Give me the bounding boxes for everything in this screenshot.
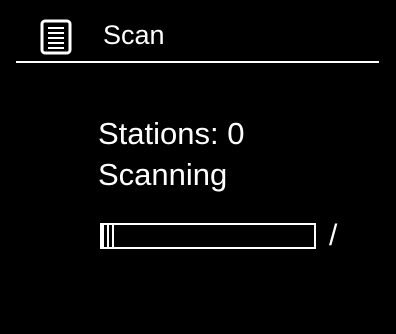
scan-screen: Scan Stations: 0 Scanning / bbox=[0, 0, 396, 334]
stations-count-text: Stations: 0 bbox=[98, 116, 245, 151]
progress-segment bbox=[107, 225, 109, 247]
header-divider bbox=[16, 61, 379, 63]
menu-list-icon bbox=[40, 19, 72, 55]
header-bar: Scan bbox=[0, 0, 396, 62]
activity-spinner: / bbox=[329, 219, 338, 252]
page-title: Scan bbox=[103, 20, 165, 50]
scan-progress-bar bbox=[100, 223, 316, 249]
scan-progress-fill bbox=[102, 225, 117, 247]
progress-segment bbox=[112, 225, 114, 247]
scanning-status-text: Scanning bbox=[98, 157, 228, 192]
progress-segment bbox=[102, 225, 104, 247]
